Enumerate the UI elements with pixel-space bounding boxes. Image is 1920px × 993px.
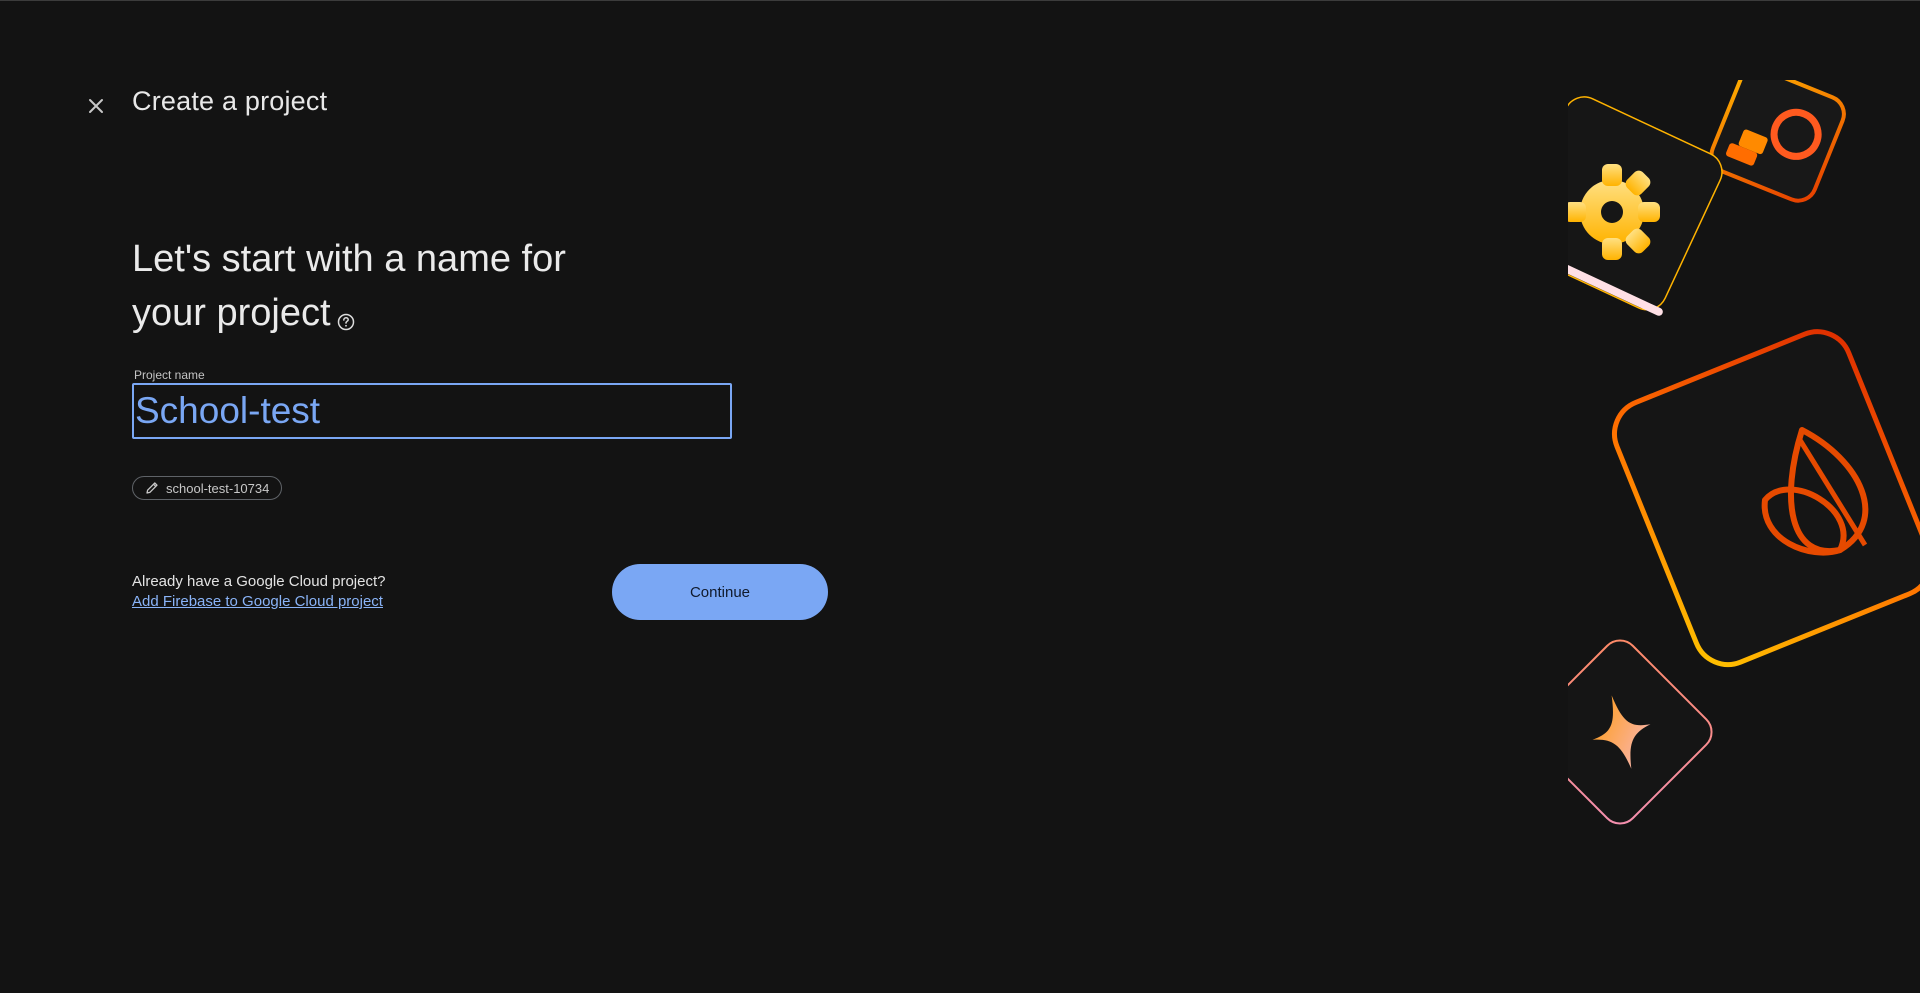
project-name-input[interactable] — [134, 385, 730, 437]
headline: Let's start with a name for your project — [132, 232, 652, 346]
sparkle-card — [1527, 639, 1713, 825]
headline-line-2: your project — [132, 292, 331, 334]
crashlytics-card — [1709, 66, 1846, 203]
headline-line-1: Let's start with a name for — [132, 238, 566, 280]
continue-button[interactable]: Continue — [612, 564, 828, 620]
top-divider — [0, 0, 1920, 1]
project-name-label: Project name — [134, 368, 205, 382]
hosting-card — [1612, 329, 1920, 667]
project-name-field — [132, 383, 732, 439]
project-id-chip[interactable]: school-test-10734 — [132, 476, 283, 500]
close-button[interactable] — [80, 90, 112, 122]
project-id-text: school-test-10734 — [166, 480, 270, 496]
pencil-icon — [146, 482, 158, 494]
close-icon — [89, 99, 103, 113]
help-icon[interactable] — [337, 292, 355, 346]
add-firebase-to-gcp-link[interactable]: Add Firebase to Google Cloud project — [132, 593, 383, 610]
page-title: Create a project — [132, 86, 328, 116]
decorative-product-icons — [1500, 66, 1920, 860]
existing-project-prompt: Already have a Google Cloud project? — [132, 573, 386, 590]
